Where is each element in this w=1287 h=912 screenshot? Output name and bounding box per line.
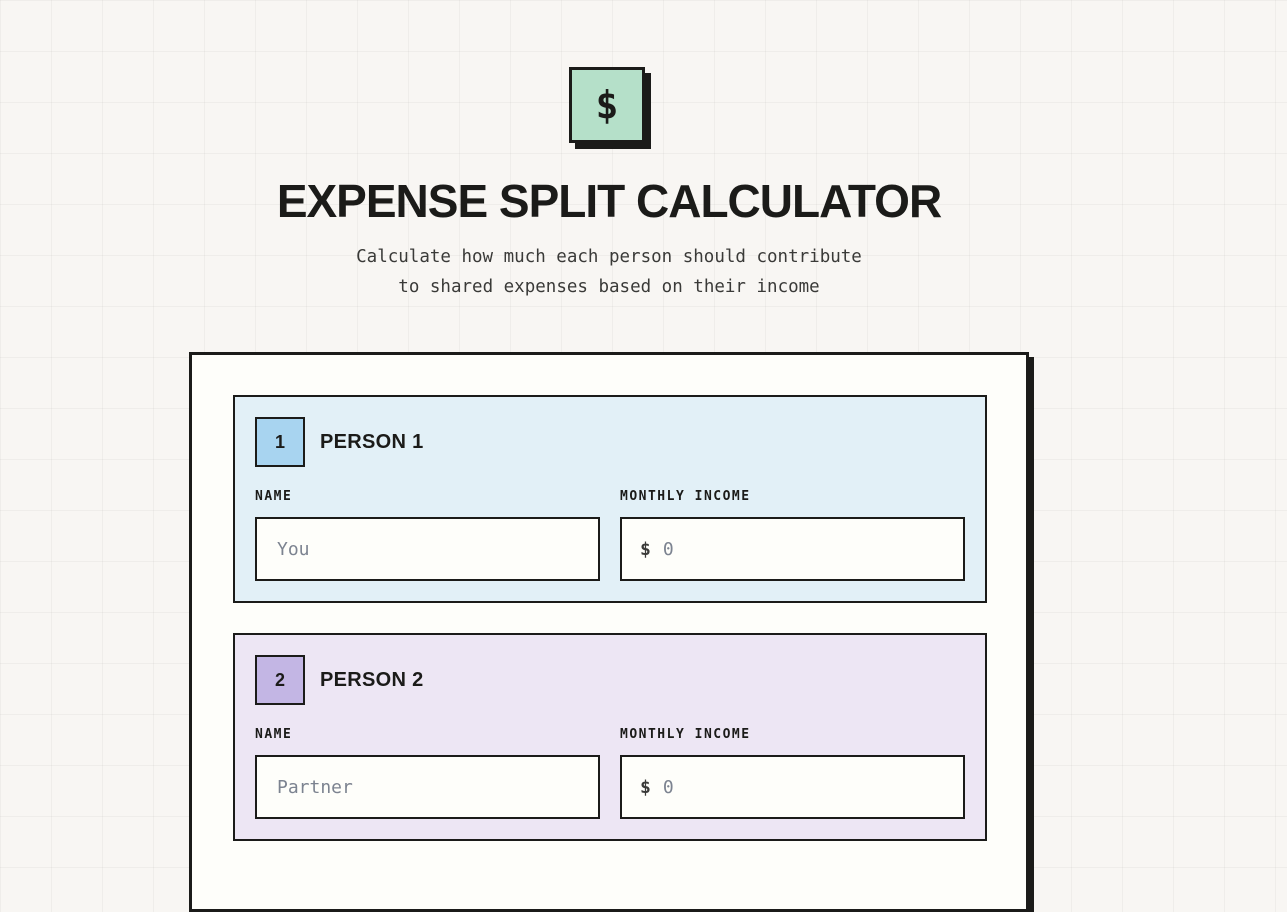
income-input[interactable] xyxy=(662,538,943,560)
subtitle-line-2: to shared expenses based on their income xyxy=(398,277,820,297)
person-1-section: 1 PERSON 1 NAME MONTHLY INCOME $ xyxy=(233,395,987,603)
subtitle-line-1: Calculate how much each person should co… xyxy=(356,247,862,267)
name-label: NAME xyxy=(255,727,293,742)
currency-symbol: $ xyxy=(640,538,651,560)
name-field[interactable] xyxy=(255,517,600,581)
income-field[interactable]: $ xyxy=(620,755,965,819)
person-number-badge: 2 xyxy=(255,655,305,705)
currency-symbol: $ xyxy=(640,776,651,798)
name-field[interactable] xyxy=(255,755,600,819)
name-input[interactable] xyxy=(277,538,557,560)
income-input[interactable] xyxy=(662,776,943,798)
person-2-section: 2 PERSON 2 NAME MONTHLY INCOME $ xyxy=(233,633,987,841)
person-title: PERSON 2 xyxy=(320,669,424,691)
calculator-card: 1 PERSON 1 NAME MONTHLY INCOME $ 2 PERSO… xyxy=(189,352,1029,912)
person-number-badge: 1 xyxy=(255,417,305,467)
income-label: MONTHLY INCOME xyxy=(620,489,751,504)
name-label: NAME xyxy=(255,489,293,504)
income-label: MONTHLY INCOME xyxy=(620,727,751,742)
name-input[interactable] xyxy=(277,776,557,798)
dollar-icon: $ xyxy=(569,67,645,143)
person-title: PERSON 1 xyxy=(320,431,424,453)
page-title: EXPENSE SPLIT CALCULATOR xyxy=(276,175,942,227)
income-field[interactable]: $ xyxy=(620,517,965,581)
page-subtitle: Calculate how much each person should co… xyxy=(0,242,1218,302)
